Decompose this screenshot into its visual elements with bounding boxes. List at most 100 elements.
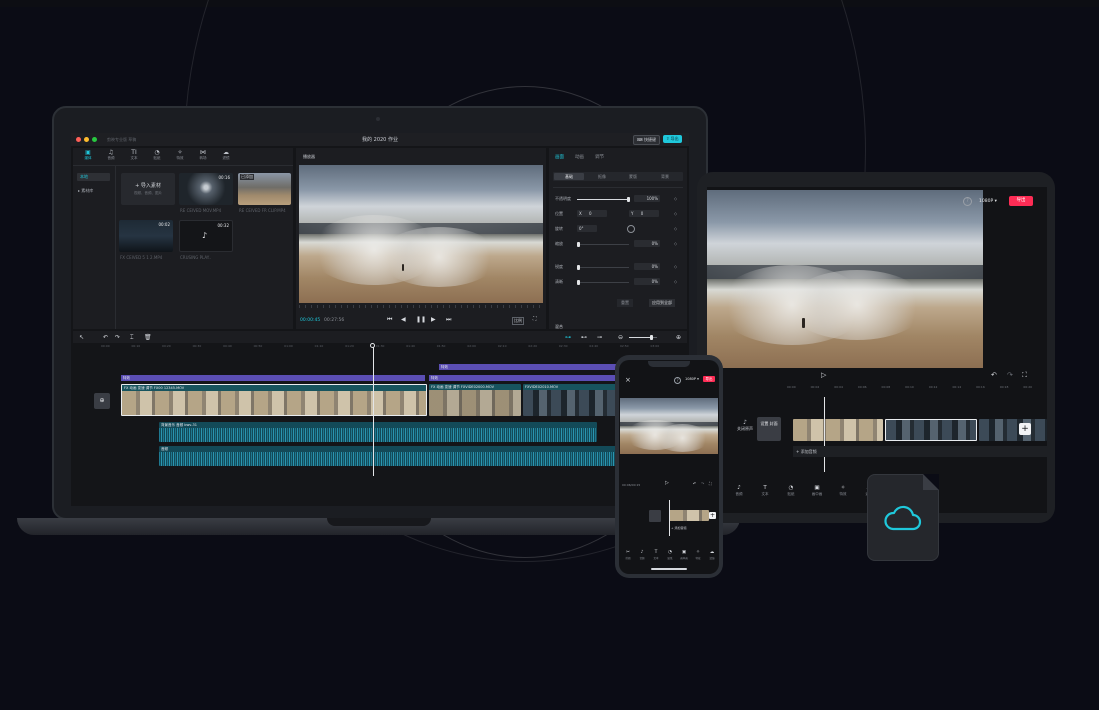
- player-scrubber[interactable]: [299, 305, 543, 308]
- apply-all-button[interactable]: 应用到全部: [649, 299, 675, 307]
- toolbar-item-text[interactable]: T 文本: [650, 550, 662, 560]
- position-keyframe-icon[interactable]: ◇: [674, 211, 677, 216]
- phone-add-audio[interactable]: + 添加音频: [671, 526, 686, 530]
- phone-fullscreen-icon[interactable]: ⛶: [709, 481, 712, 486]
- effect-clip-a[interactable]: 特效: [121, 375, 425, 381]
- media-item-3[interactable]: 00:02: [119, 220, 173, 252]
- audio-clip-a[interactable]: 背景音乐 音频 bwv-31: [159, 422, 597, 442]
- tool-transition[interactable]: ⋈ 转场: [195, 149, 211, 161]
- tablet-export-button[interactable]: 导出: [1009, 196, 1033, 206]
- tool-audio[interactable]: ♫ 音频: [103, 149, 119, 161]
- inspector-tab-animation[interactable]: 动画: [575, 154, 584, 160]
- phone-video[interactable]: [620, 398, 718, 454]
- subtab-mask[interactable]: 蒙版: [629, 174, 637, 180]
- video-clip-b[interactable]: FX 动画 变速 调节 FXVIDE02000.MOV: [429, 384, 521, 416]
- playhead[interactable]: [373, 344, 374, 476]
- cover-button[interactable]: ⊕: [94, 393, 110, 409]
- phone-add-clip-button[interactable]: +: [709, 512, 716, 519]
- sharpness-value[interactable]: 0%: [634, 263, 660, 270]
- scale-keyframe-icon[interactable]: ◇: [674, 241, 677, 246]
- media-item-1[interactable]: 00:16: [179, 173, 233, 205]
- delete-icon[interactable]: 🗑: [144, 334, 152, 341]
- phone-cover-button[interactable]: [649, 510, 661, 522]
- sidebar-item-library[interactable]: ▸ 素材库: [78, 188, 93, 194]
- opacity-keyframe-icon[interactable]: ◇: [674, 196, 677, 201]
- video-clip-a[interactable]: FX 动画 变速 调节 FX00 12345.MOV: [121, 384, 427, 416]
- pause-icon[interactable]: ❚❚: [416, 316, 426, 323]
- tablet-playhead[interactable]: [824, 397, 825, 472]
- audio-clip-b[interactable]: 音频: [159, 446, 687, 466]
- split-icon[interactable]: ⌶: [130, 334, 134, 342]
- toolbar-item-audio[interactable]: ♪ 音频: [727, 485, 751, 497]
- tablet-video-clip-b[interactable]: [885, 419, 977, 441]
- zoom-in-icon[interactable]: ⊕: [676, 334, 681, 341]
- shortcuts-button[interactable]: ⌨ 快捷键: [633, 135, 661, 145]
- phone-video-clip[interactable]: [669, 510, 709, 521]
- inspector-tab-adjust[interactable]: 调节: [595, 154, 604, 160]
- preview-axis-icon[interactable]: ⊸: [597, 334, 602, 341]
- tool-filter[interactable]: ☁ 滤镜: [218, 149, 234, 161]
- phone-help-icon[interactable]: ?: [674, 377, 681, 384]
- tablet-video[interactable]: [707, 190, 983, 368]
- phone-export-button[interactable]: 导出: [703, 376, 715, 382]
- rotation-keyframe-icon[interactable]: ◇: [674, 226, 677, 231]
- toolbar-item-sticker[interactable]: ◔ 贴纸: [779, 485, 803, 497]
- toolbar-item-effects[interactable]: ✧ 特效: [831, 485, 855, 497]
- media-item-4[interactable]: ♪ 00:32: [179, 220, 233, 252]
- tablet-resolution-select[interactable]: 1080P ▾: [979, 199, 997, 204]
- tablet-redo-icon[interactable]: ↷: [1007, 371, 1013, 379]
- redo-icon[interactable]: ↷: [115, 334, 120, 341]
- tablet-mute-button[interactable]: ♪ 关闭原声: [737, 419, 753, 432]
- tablet-fullscreen-icon[interactable]: ⛶: [1022, 371, 1027, 380]
- tablet-add-clip-button[interactable]: +: [1019, 423, 1031, 435]
- phone-close-icon[interactable]: ×: [625, 376, 631, 384]
- undo-icon[interactable]: ↶: [103, 334, 108, 341]
- subtab-background[interactable]: 背景: [661, 174, 669, 180]
- toolbar-item-sticker[interactable]: ◔ 贴纸: [664, 550, 676, 560]
- player-video[interactable]: [299, 165, 543, 303]
- toolbar-item-cut[interactable]: ✂ 剪辑: [622, 550, 634, 560]
- sidebar-item-local[interactable]: 本地: [77, 173, 110, 181]
- clarity-keyframe-icon[interactable]: ◇: [674, 279, 677, 284]
- sharpness-slider[interactable]: [577, 265, 629, 270]
- tablet-video-clip-a[interactable]: [793, 419, 883, 441]
- ratio-button[interactable]: 比例: [512, 317, 524, 325]
- phone-playhead[interactable]: [669, 500, 670, 536]
- position-y[interactable]: Y 0: [629, 210, 659, 217]
- tablet-help-icon[interactable]: ?: [963, 197, 972, 206]
- sharpness-keyframe-icon[interactable]: ◇: [674, 264, 677, 269]
- playhead-handle[interactable]: [370, 343, 375, 348]
- prev-frame-icon[interactable]: ◀: [401, 316, 406, 323]
- position-x[interactable]: X 0: [577, 210, 607, 217]
- zoom-slider[interactable]: [629, 335, 657, 340]
- link-icon[interactable]: ⊷: [581, 334, 587, 341]
- toolbar-item-audio[interactable]: ♪ 音频: [636, 550, 648, 560]
- opacity-slider[interactable]: [577, 197, 630, 202]
- phone-play-icon[interactable]: ▷: [665, 480, 669, 486]
- phone-resolution-select[interactable]: 1080P ▾: [685, 377, 699, 381]
- reset-button[interactable]: 重置: [617, 299, 633, 307]
- toolbar-item-canvas[interactable]: ▣ 画中画: [678, 550, 690, 560]
- clarity-slider[interactable]: [577, 280, 629, 285]
- clarity-value[interactable]: 0%: [634, 278, 660, 285]
- zoom-out-icon[interactable]: ⊖: [618, 334, 623, 341]
- media-item-2[interactable]: 已添加: [238, 173, 291, 205]
- opacity-value[interactable]: 100%: [634, 195, 660, 202]
- tablet-cover-button[interactable]: 设置 封面: [757, 417, 781, 441]
- timeline-ruler[interactable]: 00:00 00:10 00:20 00:30 00:40 00:50 01:00 01:10…: [101, 344, 681, 350]
- toolbar-item-text[interactable]: T 文本: [753, 485, 777, 497]
- inspector-tab-video[interactable]: 画面: [555, 154, 564, 160]
- tool-sticker[interactable]: ◔ 贴纸: [149, 149, 165, 161]
- skip-end-icon[interactable]: ⏭: [446, 316, 451, 324]
- tablet-ruler[interactable]: 00:00 00:02 00:04 00:06 00:08 00:10 00:12 00:14…: [787, 385, 1047, 391]
- next-frame-icon[interactable]: ▶: [431, 316, 436, 323]
- snap-icon[interactable]: ⊶: [565, 334, 571, 341]
- import-media-button[interactable]: + 导入素材 视频、音频、图片: [121, 173, 175, 205]
- rotation-value[interactable]: 0°: [577, 225, 597, 232]
- skip-start-icon[interactable]: ⏮: [387, 316, 392, 324]
- toolbar-item-effects[interactable]: ✧ 特效: [692, 550, 704, 560]
- select-tool-icon[interactable]: ↖: [79, 334, 84, 341]
- subtab-chroma[interactable]: 抠像: [598, 174, 606, 180]
- rotation-dial-icon[interactable]: [627, 225, 635, 233]
- tool-media[interactable]: ▣ 媒体: [80, 149, 96, 161]
